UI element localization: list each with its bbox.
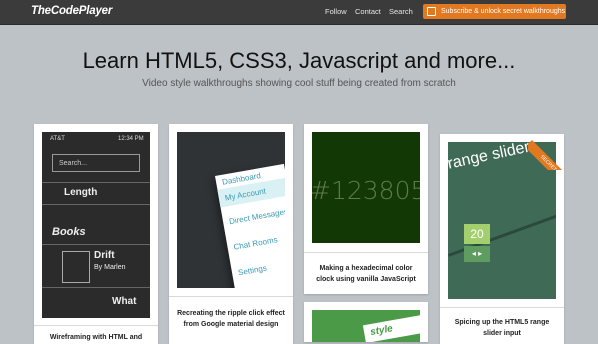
nav-contact[interactable]: Contact — [355, 7, 381, 16]
card-range-slider[interactable]: range slider 20 ◂ ▸ SECRET Spicing up th… — [440, 134, 568, 344]
menu-item-messages: Direct Messages — [228, 206, 285, 227]
card-ripple[interactable]: Dashboard My Account Direct Messages Cha… — [169, 124, 293, 344]
unlock-icon — [427, 7, 436, 16]
menu-item-settings: Settings — [237, 263, 268, 278]
hero-title: Learn HTML5, CSS3, Javascript and more..… — [82, 48, 516, 73]
divider — [42, 204, 150, 205]
divider — [42, 244, 150, 245]
card-divider — [34, 325, 158, 326]
card-thumbnail: style — [312, 310, 420, 342]
mock-item-drift: Drift — [94, 250, 115, 261]
card-divider — [304, 252, 428, 253]
carrier-label: AT&T — [50, 136, 65, 142]
divider — [42, 287, 150, 288]
mock-item-books: Books — [52, 226, 86, 238]
style-label: style — [362, 314, 420, 342]
slider-value: 20 — [464, 224, 490, 244]
card-divider — [440, 307, 564, 308]
hex-color-text: #123805 — [312, 176, 420, 205]
mock-side-menu: Dashboard My Account Direct Messages Cha… — [215, 163, 285, 288]
subscribe-button[interactable]: Subscribe & unlock secret walkthroughs — [423, 4, 566, 19]
mock-search-field: Search... — [52, 154, 140, 172]
subscribe-label: Subscribe & unlock secret walkthroughs — [441, 8, 566, 15]
card-hex-clock[interactable]: #123805 Making a hexadecimal color clock… — [304, 124, 428, 294]
nav-follow[interactable]: Follow — [325, 7, 347, 16]
card-style[interactable]: style — [304, 302, 428, 342]
slider-handle: ◂ ▸ — [464, 246, 490, 262]
card-title[interactable]: Spicing up the HTML5 range slider input — [448, 317, 556, 339]
mock-item-author: By Marlen — [94, 264, 126, 271]
card-title[interactable]: Wireframing with HTML and — [34, 332, 158, 343]
divider — [42, 182, 150, 183]
time-label: 12:34 PM — [118, 136, 144, 142]
site-logo[interactable]: TheCodePlayer — [31, 5, 112, 17]
card-thumbnail: AT&T 12:34 PM Search... Length Books Dri… — [42, 132, 150, 318]
status-bar: AT&T 12:34 PM — [42, 132, 150, 146]
mock-item-length: Length — [64, 187, 98, 198]
card-divider — [169, 296, 293, 297]
card-title[interactable]: Recreating the ripple click effect from … — [177, 308, 285, 330]
card-title[interactable]: Making a hexadecimal color clock using v… — [312, 263, 420, 285]
card-wireframing[interactable]: AT&T 12:34 PM Search... Length Books Dri… — [34, 124, 158, 344]
top-bar: TheCodePlayer Follow Contact Search Subs… — [0, 0, 598, 25]
nav-search[interactable]: Search — [389, 7, 413, 16]
hero-subtitle: Video style walkthroughs showing cool st… — [142, 78, 456, 89]
secret-badge: SECRET — [528, 140, 568, 170]
book-cover-icon — [62, 251, 90, 283]
mock-item-what: What — [112, 296, 137, 307]
card-thumbnail: #123805 — [312, 132, 420, 243]
phone-mockup: AT&T 12:34 PM Search... Length Books Dri… — [42, 132, 150, 318]
secret-ribbon: SECRET — [528, 130, 568, 170]
menu-item-chat: Chat Rooms — [232, 235, 279, 252]
card-thumbnail: Dashboard My Account Direct Messages Cha… — [177, 132, 285, 288]
